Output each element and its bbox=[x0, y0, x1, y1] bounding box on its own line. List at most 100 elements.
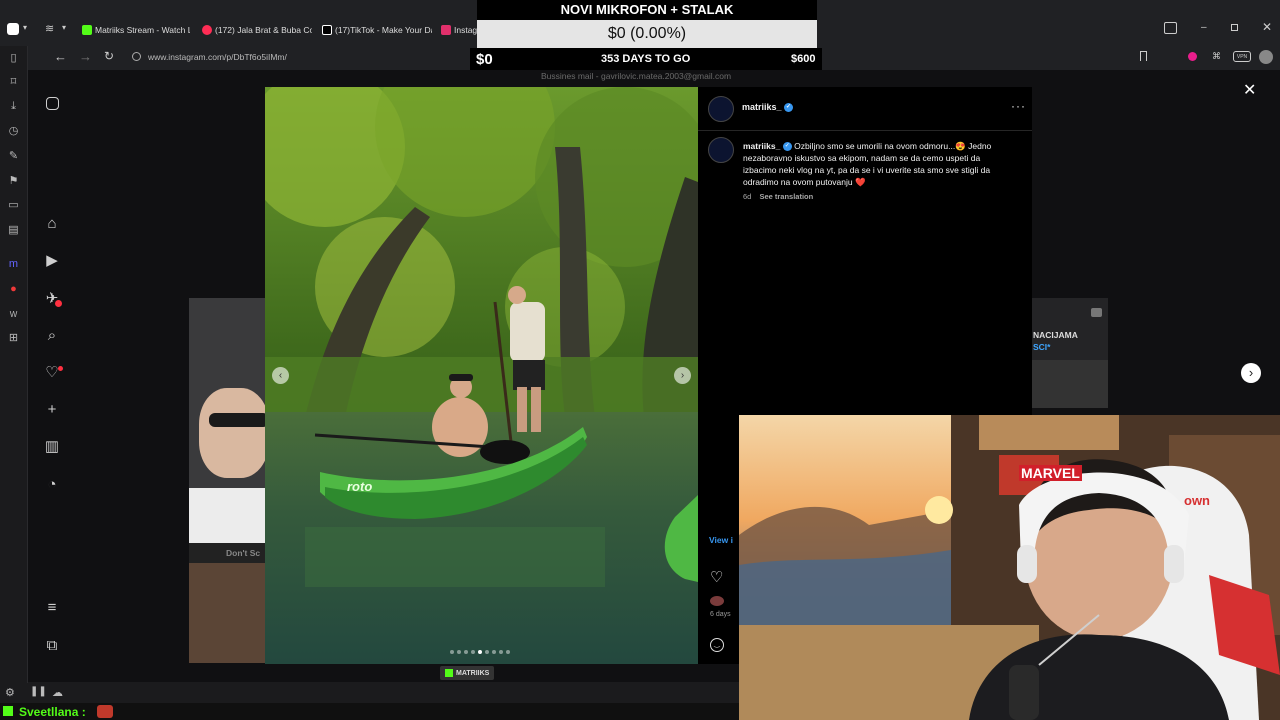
goal-progress-box: $0 (0.00%) bbox=[477, 20, 817, 48]
tab-youtube[interactable]: (172) Jala Brat & Buba Corr bbox=[202, 21, 312, 39]
create-plus-icon[interactable]: + bbox=[43, 401, 61, 419]
carousel-dot bbox=[478, 650, 482, 654]
chair-logo-text: own bbox=[1184, 493, 1210, 508]
carousel-dot bbox=[471, 650, 475, 654]
add-panel-icon[interactable]: ⊞ bbox=[7, 332, 20, 345]
view-insights-link[interactable]: View i bbox=[709, 535, 733, 545]
notes-icon[interactable]: ✎ bbox=[7, 150, 20, 163]
tab-instagram[interactable]: Instag bbox=[441, 21, 481, 39]
window-icon[interactable]: ▭ bbox=[7, 199, 20, 212]
vpn-badge[interactable]: VPN bbox=[1233, 51, 1251, 62]
goal-days-left: 353 DAYS TO GO bbox=[601, 53, 691, 65]
also-from-meta-icon[interactable]: ⧉ bbox=[43, 637, 61, 655]
chat-message-line: Sveetllana : bbox=[0, 703, 739, 720]
post-options-icon[interactable]: ··· bbox=[1011, 99, 1026, 113]
translate-icon[interactable]: ⚑ bbox=[7, 175, 20, 188]
bookmarks-icon[interactable]: ⌑ bbox=[7, 76, 20, 89]
background-post-left[interactable]: Don't Sc bbox=[189, 298, 269, 663]
post-date-text: 6 days bbox=[710, 611, 731, 618]
vivaldi-logo[interactable] bbox=[7, 23, 19, 35]
carousel-dot bbox=[464, 650, 468, 654]
carousel-dot bbox=[492, 650, 496, 654]
history-icon[interactable]: ◷ bbox=[7, 125, 20, 138]
like-heart-icon[interactable]: ♡ bbox=[710, 568, 723, 586]
bg-room bbox=[189, 563, 269, 663]
profile-icon[interactable]: ◔ bbox=[43, 476, 61, 494]
more-menu-icon[interactable]: ≡ bbox=[43, 599, 61, 617]
tab-menu-chevron-icon[interactable]: ▾ bbox=[23, 23, 27, 32]
reload-icon[interactable]: ↻ bbox=[104, 49, 114, 63]
caption-meta: 6d See translation bbox=[743, 192, 813, 201]
post-photo[interactable]: roto ‹ › bbox=[265, 87, 698, 664]
caption-avatar[interactable] bbox=[708, 137, 734, 163]
chat-user-icon bbox=[3, 706, 13, 716]
webcam-scene-illustration bbox=[739, 415, 1280, 720]
notifications-dot bbox=[58, 366, 63, 371]
instagram-logo-icon[interactable] bbox=[43, 97, 61, 115]
search-icon[interactable]: ⌕ bbox=[43, 327, 61, 345]
kayak-photo-illustration bbox=[265, 87, 698, 664]
chat-username[interactable]: Sveetllana : bbox=[19, 705, 86, 719]
pause-icon[interactable]: ❚❚ bbox=[30, 686, 47, 697]
youtube-favicon-icon bbox=[202, 25, 212, 35]
wikipedia-icon[interactable]: W bbox=[7, 308, 20, 321]
kick-favicon-icon bbox=[82, 25, 92, 35]
stream-goal-banner: NOVI MIKROFON + STALAK bbox=[477, 0, 817, 20]
author-username[interactable]: matriiks_ bbox=[742, 102, 782, 112]
extension-pink-icon[interactable] bbox=[1188, 52, 1197, 61]
tab-stack-icon[interactable]: ≋ bbox=[45, 22, 54, 35]
chat-emote-icon bbox=[97, 705, 113, 718]
tiktok-favicon-icon bbox=[322, 25, 332, 35]
see-translation-link[interactable]: See translation bbox=[759, 192, 813, 201]
browser-side-panel: ▯ ⌑ ⤓ ◷ ✎ ⚑ ▭ ▤ m ● W ⊞ bbox=[0, 46, 28, 686]
bg-left-caption: Don't Sc bbox=[226, 548, 261, 558]
liked-by-avatars bbox=[710, 596, 724, 606]
bg-person-face bbox=[199, 388, 269, 478]
tab-tiktok[interactable]: (17)TikTok - Make Your Day bbox=[322, 21, 432, 39]
goal-target: $600 bbox=[791, 53, 816, 65]
carousel-dots bbox=[450, 650, 520, 655]
browser-status-bar: ⚙ ❚❚ ☁ MATRIIKS bbox=[0, 666, 739, 703]
kick-logo-icon bbox=[445, 669, 453, 677]
home-icon[interactable]: ⌂ bbox=[43, 215, 61, 233]
streamer-webcam: MARVEL own bbox=[739, 415, 1280, 720]
kick-badge-text: MATRIIKS bbox=[456, 669, 490, 677]
close-window-icon[interactable]: ✕ bbox=[1262, 20, 1272, 34]
next-post-button[interactable]: › bbox=[1241, 363, 1261, 383]
business-mail-text: Bussines mail - gavrilovic.matea.2003@gm… bbox=[541, 71, 732, 81]
reading-list-icon[interactable]: ▤ bbox=[7, 224, 20, 237]
mastodon-icon[interactable]: m bbox=[7, 258, 20, 271]
reels-icon[interactable]: ▶ bbox=[43, 252, 61, 270]
vivaldi-social-icon[interactable]: ● bbox=[7, 283, 20, 296]
dashboard-icon[interactable]: ▥ bbox=[43, 438, 61, 456]
carousel-dot bbox=[499, 650, 503, 654]
carousel-prev-button[interactable]: ‹ bbox=[272, 367, 289, 384]
restore-window-icon[interactable] bbox=[1231, 24, 1238, 31]
carousel-next-button[interactable]: › bbox=[674, 367, 691, 384]
settings-gear-icon[interactable]: ⚙ bbox=[5, 686, 15, 699]
tab-kick[interactable]: Matriiks Stream - Watch Liv bbox=[82, 21, 190, 39]
panel-toggle-icon[interactable]: ▯ bbox=[7, 52, 20, 65]
minimize-window-icon[interactable]: – bbox=[1201, 22, 1207, 33]
cloud-sync-icon[interactable]: ☁ bbox=[52, 686, 63, 699]
forward-icon[interactable]: → bbox=[79, 49, 92, 64]
downloads-icon[interactable]: ⤓ bbox=[7, 100, 20, 113]
url-field[interactable]: www.instagram.com/p/DbTf6o5iIMm/ bbox=[148, 52, 287, 62]
author-header: matriiks_ ✓ bbox=[742, 102, 794, 113]
background-post-right[interactable]: NACIJAMA SCI* bbox=[1031, 298, 1108, 408]
caption-username[interactable]: matriiks_ bbox=[743, 141, 780, 151]
bg-right-media-icon bbox=[1091, 308, 1102, 317]
profile-avatar[interactable] bbox=[1259, 50, 1273, 64]
close-modal-icon[interactable]: ✕ bbox=[1243, 80, 1256, 100]
bookmark-icon[interactable] bbox=[1140, 51, 1147, 61]
extension-game-icon[interactable]: ⌘ bbox=[1212, 51, 1221, 62]
back-icon[interactable]: ← bbox=[54, 49, 67, 64]
bg-right-caption-2: SCI* bbox=[1033, 342, 1051, 352]
site-info-icon[interactable] bbox=[132, 52, 141, 61]
carousel-dot bbox=[450, 650, 454, 654]
marvel-sign: MARVEL bbox=[1019, 465, 1082, 481]
tab-menu-chevron-icon-2[interactable]: ▾ bbox=[62, 23, 66, 32]
emoji-picker-icon[interactable]: ‿ bbox=[710, 638, 724, 652]
author-avatar[interactable] bbox=[708, 96, 734, 122]
extensions-icon[interactable] bbox=[1164, 22, 1177, 34]
